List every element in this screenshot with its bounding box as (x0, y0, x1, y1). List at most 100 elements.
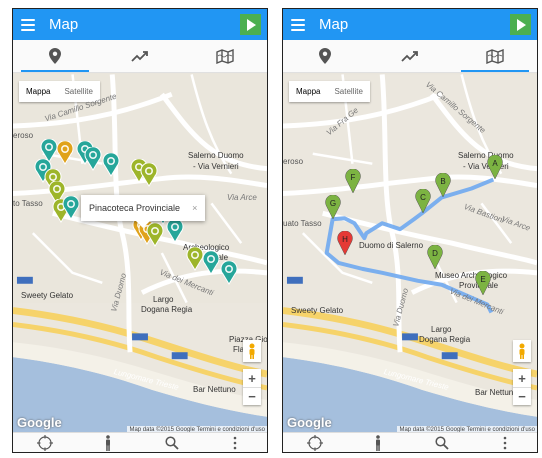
search-button[interactable] (140, 433, 204, 452)
locate-button[interactable] (13, 433, 77, 452)
map-type-control: Mappa Satellite (289, 81, 370, 102)
map-label-largo: Largo (153, 295, 174, 304)
route-marker-g-icon[interactable]: G (325, 194, 341, 224)
app-bar: Map (13, 9, 267, 40)
poi-pin-icon[interactable] (140, 162, 158, 192)
map-label-dogana: Dogana Regia (141, 305, 193, 314)
walk-button[interactable] (347, 433, 411, 452)
map-label-eroso: eroso (283, 157, 304, 166)
map-label-dogana: Dogana Regia (419, 335, 471, 344)
play-button[interactable] (510, 14, 531, 35)
bottom-nav (283, 432, 537, 452)
google-logo: Google (17, 415, 62, 430)
tab-bar (283, 40, 537, 73)
poi-pin-icon[interactable] (56, 140, 74, 170)
google-logo: Google (287, 415, 332, 430)
map-view[interactable]: Mappa Satellite Via Camillo Sorgente Via… (283, 73, 537, 434)
pegman-icon[interactable] (243, 340, 261, 362)
bottom-nav (13, 432, 267, 452)
info-window-title: Pinacoteca Provinciale (89, 203, 181, 213)
app-title: Map (319, 16, 349, 33)
more-button[interactable] (474, 433, 538, 452)
route-marker-c-icon[interactable]: C (415, 188, 431, 218)
trending-up-icon (401, 51, 418, 62)
play-icon (517, 18, 526, 31)
svg-text:B: B (440, 177, 445, 186)
map-type-control: Mappa Satellite (19, 81, 100, 102)
zoom-in-button[interactable]: + (243, 369, 261, 387)
tab-marker[interactable] (13, 40, 98, 72)
menu-icon[interactable] (21, 18, 35, 31)
map-type-satellite[interactable]: Satellite (327, 81, 369, 102)
map-type-roadmap[interactable]: Mappa (289, 81, 327, 102)
zoom-in-button[interactable]: + (513, 369, 531, 387)
zoom-control: + − (513, 369, 531, 405)
route-marker-d-icon[interactable]: D (427, 244, 443, 274)
svg-text:G: G (330, 199, 336, 208)
map-type-roadmap[interactable]: Mappa (19, 81, 57, 102)
poi-pin-icon[interactable] (220, 260, 238, 290)
tab-map[interactable] (182, 40, 267, 72)
map-icon (215, 48, 234, 64)
zoom-out-button[interactable]: − (513, 387, 531, 405)
pedestrian-icon (376, 434, 381, 451)
map-label-museo-right: Museo Archeologico (435, 271, 508, 280)
map-icon (485, 48, 504, 64)
menu-icon[interactable] (291, 18, 305, 31)
play-icon (247, 18, 256, 31)
svg-text:F: F (351, 173, 356, 182)
poi-pin-icon[interactable] (84, 146, 102, 176)
map-label-bar: Bar Nettuno (475, 388, 518, 397)
map-label-arce: Via Arce (227, 193, 257, 202)
more-button[interactable] (204, 433, 268, 452)
zoom-control: + − (243, 369, 261, 405)
app-bar: Map (283, 9, 537, 40)
map-label-eroso: eroso (13, 131, 34, 140)
close-icon[interactable]: × (192, 203, 197, 213)
phone-screen-pois: Map Mappa Satellite Via Camillo Sorgente… (12, 8, 268, 453)
search-icon (165, 435, 179, 450)
app-title: Map (49, 16, 79, 33)
map-label-tasso-right: uato Tasso (283, 219, 322, 228)
map-label-largo: Largo (431, 325, 452, 334)
zoom-out-button[interactable]: − (243, 387, 261, 405)
map-marker-icon (49, 48, 62, 64)
tab-trending[interactable] (98, 40, 183, 72)
tab-bar (13, 40, 267, 73)
route-marker-h-icon[interactable]: H (337, 230, 353, 260)
tab-marker[interactable] (283, 40, 368, 72)
info-window[interactable]: Pinacoteca Provinciale × (81, 195, 206, 228)
locate-button[interactable] (283, 433, 347, 452)
poi-pin-icon[interactable] (166, 218, 184, 248)
map-label-tasso: to Tasso (13, 199, 43, 208)
poi-pin-icon[interactable] (62, 195, 80, 225)
svg-text:H: H (342, 235, 348, 244)
svg-text:A: A (492, 159, 498, 168)
walk-button[interactable] (77, 433, 141, 452)
tab-map[interactable] (452, 40, 537, 72)
map-label-bar: Bar Nettuno (193, 385, 236, 394)
svg-text:C: C (420, 193, 426, 202)
pedestrian-icon (106, 434, 111, 451)
map-view[interactable]: Mappa Satellite Via Camillo Sorgente ero… (13, 73, 267, 434)
more-vert-icon (233, 436, 237, 449)
poi-pin-icon[interactable] (202, 250, 220, 280)
crosshair-icon (306, 434, 323, 451)
map-label-duomo-sub: - Via Vernieri (193, 162, 239, 171)
route-marker-b-icon[interactable]: B (435, 172, 451, 202)
tab-trending[interactable] (368, 40, 453, 72)
svg-text:E: E (480, 275, 485, 284)
pegman-icon[interactable] (513, 340, 531, 362)
route-marker-e-icon[interactable]: E (475, 270, 491, 300)
route-marker-f-icon[interactable]: F (345, 168, 361, 198)
map-label-gelato: Sweety Gelato (291, 306, 344, 315)
search-icon (435, 435, 449, 450)
more-vert-icon (503, 436, 507, 449)
search-button[interactable] (410, 433, 474, 452)
map-marker-icon (319, 48, 332, 64)
poi-pin-icon[interactable] (102, 152, 120, 182)
map-label-duomo: Salerno Duomo (188, 151, 244, 160)
play-button[interactable] (240, 14, 261, 35)
route-marker-a-icon[interactable]: A (487, 154, 503, 184)
map-label-gelato: Sweety Gelato (21, 291, 74, 300)
